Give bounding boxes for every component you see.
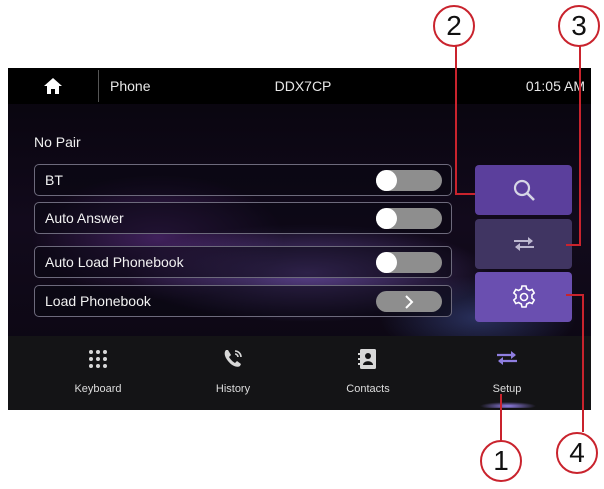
leader-line-2 bbox=[455, 46, 475, 195]
callout-3: 3 bbox=[558, 5, 600, 47]
callout-2: 2 bbox=[433, 5, 475, 47]
callout-4: 4 bbox=[556, 432, 598, 474]
leader-line-3 bbox=[566, 46, 581, 246]
leader-line-4 bbox=[566, 294, 584, 432]
callout-leaders bbox=[455, 46, 584, 441]
callout-1: 1 bbox=[480, 440, 522, 482]
